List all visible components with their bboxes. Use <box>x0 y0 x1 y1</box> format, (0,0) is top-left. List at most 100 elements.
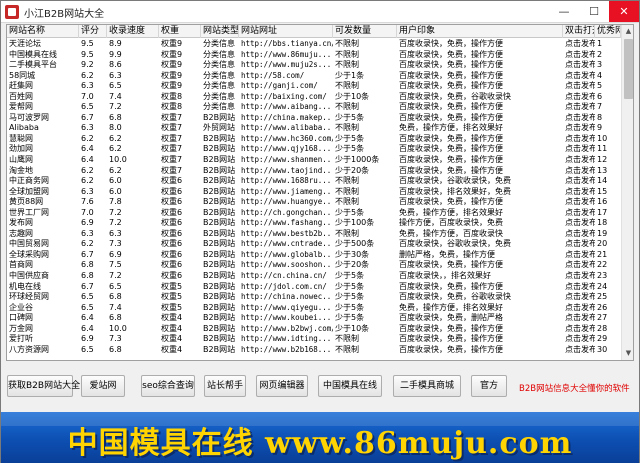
table-row[interactable]: 黄页88网 7.6 7.8 权重6 B2B网站 http://www.huangye...… <box>7 197 621 208</box>
rank-cell: 11 <box>597 144 608 154</box>
web-editor-button[interactable]: 网页编辑器 <box>256 375 308 397</box>
table-row[interactable]: 世界工厂网 7.0 7.2 权重6 B2B网站 http://ch.gongchan...… <box>7 208 621 219</box>
open-link-cell[interactable]: 点击发布 <box>563 81 595 92</box>
table-row[interactable]: 中国贸易网 6.2 7.3 权重6 B2B网站 http://www.cntrade...… <box>7 239 621 250</box>
score-cell: 6.7 <box>81 281 94 291</box>
table-row[interactable]: 中国模具在线 9.5 9.9 权重9 分类信息 http://www.86muju... 不… <box>7 50 621 61</box>
vertical-scrollbar[interactable]: ▲ ▼ <box>621 25 633 360</box>
open-link-cell[interactable]: 点击发布 <box>563 92 595 103</box>
open-link-cell[interactable]: 点击发布 <box>563 239 595 250</box>
open-link-cell[interactable]: 点击发布 <box>563 324 595 335</box>
table-row[interactable]: 万金网 6.4 10.0 权重4 B2B网站 http://www.b2bwj.com/少… <box>7 324 621 335</box>
column-header[interactable]: 网站名称 <box>7 25 79 38</box>
open-link-cell[interactable]: 点击发布 <box>563 345 595 356</box>
site-name-cell: 百姓网 <box>9 91 33 101</box>
scroll-thumb[interactable] <box>624 39 633 99</box>
table-row[interactable]: 中正商务网 6.2 6.0 权重6 B2B网站 http://www.1688ru... 不… <box>7 176 621 187</box>
table-row[interactable]: 二手模具平台 9.2 8.6 权重9 分类信息 http://www.muju2s... 不… <box>7 60 621 71</box>
used-mold-mall-button[interactable]: 二手模具商城 <box>393 375 461 397</box>
table-row[interactable]: 58同城 6.2 6.3 权重9 分类信息 http://58.com/少于1条 百度收录快… <box>7 71 621 82</box>
open-link-cell[interactable]: 点击发布 <box>563 197 595 208</box>
open-link-cell[interactable]: 点击发布 <box>563 187 595 198</box>
site-url-cell: http://bbs.tianya.cn/ <box>241 39 333 48</box>
column-header[interactable]: 网站类型 <box>201 25 239 38</box>
close-button[interactable]: ✕ <box>609 1 639 22</box>
open-link-cell[interactable]: 点击发布 <box>563 39 595 50</box>
open-link-cell[interactable]: 点击发布 <box>563 60 595 71</box>
aizhan-button[interactable]: 爱站网 <box>81 375 125 397</box>
table-row[interactable]: 首商网 6.8 7.5 权重6 B2B网站 http://www.sooshon... 少于… <box>7 260 621 271</box>
column-header[interactable]: 优秀网站 <box>595 25 621 38</box>
post-limit-cell: 不限制 <box>335 49 359 59</box>
table-row[interactable]: 全球采购网 6.7 6.9 权重6 B2B网站 http://www.globalb...… <box>7 250 621 261</box>
open-link-cell[interactable]: 点击发布 <box>563 303 595 314</box>
table-row[interactable]: 山鹰网 6.4 10.0 权重7 B2B网站 http://www.shanmen... 少… <box>7 155 621 166</box>
open-link-cell[interactable]: 点击发布 <box>563 334 595 345</box>
open-link-cell[interactable]: 点击发布 <box>563 113 595 124</box>
seo-query-button[interactable]: seo综合查询 <box>141 375 195 397</box>
table-row[interactable]: 口碑网 6.4 6.8 权重4 B2B网站 http://www.koubei... 少于5… <box>7 313 621 324</box>
index-speed-cell: 7.4 <box>109 302 122 312</box>
site-type-cell: 分类信息 <box>203 60 235 70</box>
open-link-cell[interactable]: 点击发布 <box>563 271 595 282</box>
open-link-cell[interactable]: 点击发布 <box>563 218 595 229</box>
webmaster-helper-button[interactable]: 站长帮手 <box>204 375 246 397</box>
column-header[interactable]: 评分 <box>79 25 107 38</box>
table-row[interactable]: 中国供应商 6.8 7.2 权重6 B2B网站 http://cn.china.cn/少于… <box>7 271 621 282</box>
table-row[interactable]: 慧聪网 6.2 6.2 权重7 B2B网站 http://www.hc360.com/少于… <box>7 134 621 145</box>
maximize-button[interactable]: ☐ <box>579 1 609 22</box>
minimize-button[interactable]: — <box>549 1 579 22</box>
column-header[interactable]: 网站网址 <box>239 25 333 38</box>
table-row[interactable]: 发布网 6.9 7.2 权重6 B2B网站 http://www.fashang... 少于… <box>7 218 621 229</box>
column-header[interactable]: 双击打开 <box>563 25 595 38</box>
table-row[interactable]: 环球经贸网 6.5 6.8 权重5 B2B网站 http://china.nowec...… <box>7 292 621 303</box>
open-link-cell[interactable]: 点击发布 <box>563 123 595 134</box>
column-header[interactable]: 可发数量 <box>333 25 397 38</box>
official-button[interactable]: 官方 <box>471 375 507 397</box>
table-row[interactable]: 劲加网 6.4 6.2 权重7 B2B网站 http://www.qjy168... 少于5… <box>7 144 621 155</box>
open-link-cell[interactable]: 点击发布 <box>563 50 595 61</box>
weight-cell: 权重8 <box>161 102 183 112</box>
get-b2b-list-button[interactable]: 获取B2B网站大全 <box>7 375 80 397</box>
open-link-cell[interactable]: 点击发布 <box>563 229 595 240</box>
index-speed-cell: 7.4 <box>109 91 122 101</box>
site-list-table[interactable]: 网站名称评分收录速度权重网站类型网站网址可发数量用户印象双击打开优秀网站 天涯论… <box>6 24 634 361</box>
site-url-cell: http://cn.china.cn/ <box>241 271 327 281</box>
open-link-cell[interactable]: 点击发布 <box>563 208 595 219</box>
table-row[interactable]: 机电在线 6.7 6.5 权重5 B2B网站 http://jdol.com.cn/少于5… <box>7 282 621 293</box>
column-header[interactable]: 用户印象 <box>397 25 563 38</box>
table-row[interactable]: 赶集网 6.3 6.5 权重9 分类信息 http://ganji.com/不限制 百度收录… <box>7 81 621 92</box>
index-speed-cell: 7.8 <box>109 197 122 207</box>
table-row[interactable]: 爱打听 6.9 7.3 权重4 B2B网站 http://www.idting... 不限制… <box>7 334 621 345</box>
open-link-cell[interactable]: 点击发布 <box>563 134 595 145</box>
table-row[interactable]: 八方资源网 6.5 6.8 权重4 B2B网站 http://www.b2b168... 不… <box>7 345 621 356</box>
open-link-cell[interactable]: 点击发布 <box>563 176 595 187</box>
open-link-cell[interactable]: 点击发布 <box>563 144 595 155</box>
open-link-cell[interactable]: 点击发布 <box>563 166 595 177</box>
post-limit-cell: 少于5条 <box>335 313 365 323</box>
table-row[interactable]: 马可波罗网 6.7 6.8 权重7 B2B网站 http://china.makep...… <box>7 113 621 124</box>
open-link-cell[interactable]: 点击发布 <box>563 102 595 113</box>
table-row[interactable]: 天涯论坛 9.5 8.9 权重9 分类信息 http://bbs.tianya.cn/不限… <box>7 39 621 50</box>
scroll-down-icon[interactable]: ▼ <box>622 347 633 360</box>
open-link-cell[interactable]: 点击发布 <box>563 292 595 303</box>
china-mold-online-button[interactable]: 中国模具在线 <box>318 375 382 397</box>
open-link-cell[interactable]: 点击发布 <box>563 260 595 271</box>
open-link-cell[interactable]: 点击发布 <box>563 313 595 324</box>
column-header[interactable]: 收录速度 <box>107 25 159 38</box>
open-link-cell[interactable]: 点击发布 <box>563 71 595 82</box>
scroll-up-icon[interactable]: ▲ <box>622 25 633 38</box>
ad-banner[interactable]: 中国模具在线 www.86muju.com <box>1 412 639 463</box>
open-link-cell[interactable]: 点击发布 <box>563 250 595 261</box>
table-row[interactable]: 全球加盟网 6.3 6.0 权重6 B2B网站 http://www.jiameng...… <box>7 187 621 198</box>
table-row[interactable]: 百姓网 7.0 7.4 权重8 分类信息 http://baixing.com/少于10条… <box>7 92 621 103</box>
score-cell: 6.5 <box>81 344 94 354</box>
open-link-cell[interactable]: 点击发布 <box>563 155 595 166</box>
table-row[interactable]: 爱帮网 6.5 7.2 权重8 分类信息 http://www.aibang... 不限制 百… <box>7 102 621 113</box>
open-link-cell[interactable]: 点击发布 <box>563 282 595 293</box>
column-header[interactable]: 权重 <box>159 25 201 38</box>
table-row[interactable]: 企业谷 6.5 7.4 权重5 B2B网站 http://www.qiyegu... 少于5… <box>7 303 621 314</box>
table-row[interactable]: 志趣网 6.3 6.3 权重6 B2B网站 http://www.bestb2b... 不限… <box>7 229 621 240</box>
table-row[interactable]: 淘金地 6.2 6.2 权重7 B2B网站 http://www.taojind... 少于… <box>7 166 621 177</box>
table-row[interactable]: Alibaba 6.3 8.0 权重7 外贸网站 http://www.alibaba..… <box>7 123 621 134</box>
